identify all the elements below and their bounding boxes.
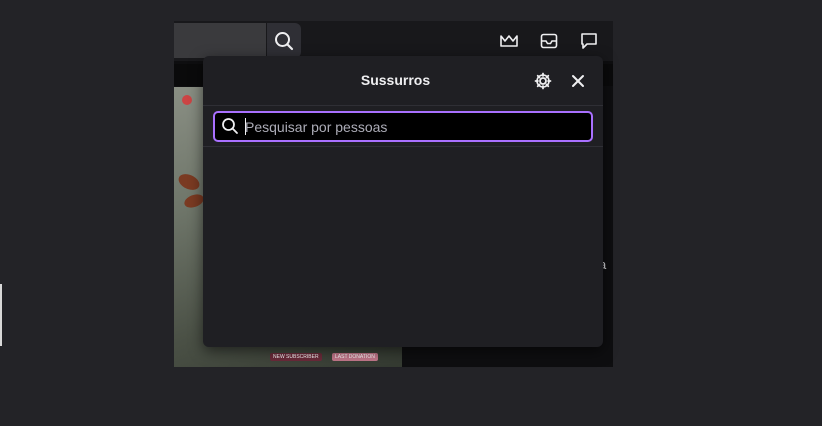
top-search-button[interactable] bbox=[267, 23, 301, 58]
left-edge-strip bbox=[0, 284, 2, 346]
close-icon bbox=[572, 75, 584, 87]
stream-decoration bbox=[182, 95, 192, 105]
search-divider bbox=[203, 146, 603, 147]
whispers-button[interactable] bbox=[578, 30, 600, 52]
close-button[interactable] bbox=[567, 70, 589, 92]
text-caret bbox=[245, 118, 246, 135]
panel-title: Sussurros bbox=[360, 72, 431, 88]
people-search-input[interactable] bbox=[245, 113, 575, 140]
top-navigation-bar bbox=[174, 21, 613, 61]
stream-badge-left: NEW SUBSCRIBER bbox=[270, 353, 322, 361]
inbox-icon bbox=[540, 33, 558, 49]
search-icon bbox=[275, 31, 294, 50]
prime-crown-button[interactable] bbox=[498, 30, 520, 52]
settings-button[interactable] bbox=[532, 70, 554, 92]
header-divider bbox=[203, 105, 603, 106]
stream-decoration bbox=[176, 171, 202, 193]
whispers-icon bbox=[581, 33, 597, 49]
top-search-input[interactable] bbox=[174, 23, 266, 58]
stream-badge-right: LAST DONATION bbox=[332, 353, 378, 361]
gear-icon bbox=[534, 72, 552, 90]
notifications-button[interactable] bbox=[538, 30, 560, 52]
whispers-panel: Sussurros bbox=[203, 56, 603, 347]
people-search-field[interactable] bbox=[213, 111, 593, 142]
search-icon bbox=[222, 118, 238, 134]
crown-icon bbox=[500, 35, 518, 47]
stream-decoration bbox=[182, 191, 206, 211]
